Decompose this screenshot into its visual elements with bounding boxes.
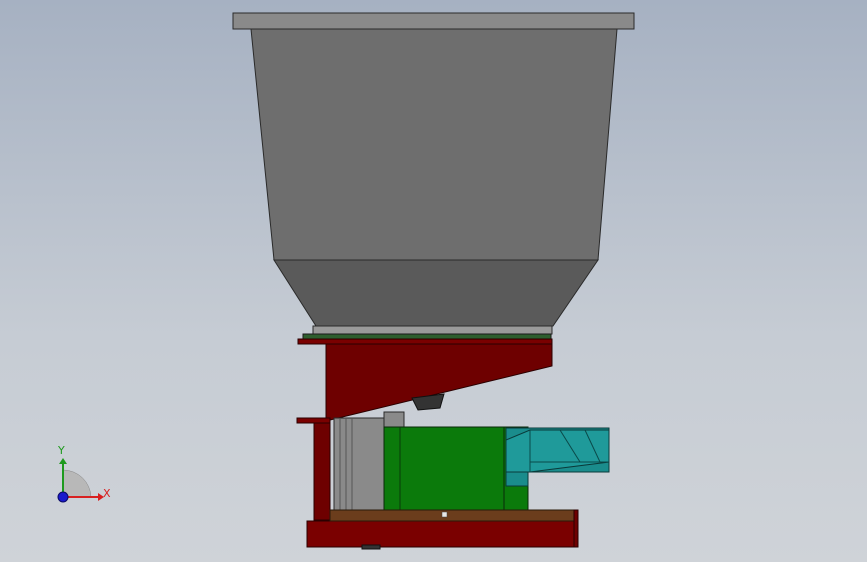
3d-viewport[interactable]: Y X	[0, 0, 867, 562]
model-canvas[interactable]	[0, 0, 867, 562]
base-plate[interactable]	[329, 509, 577, 522]
hopper-upper-body	[250, 28, 618, 261]
frame-base	[306, 520, 576, 548]
frame-sloped-bracket	[325, 343, 553, 421]
triad-x-label: X	[103, 487, 111, 500]
triad-y-label: Y	[58, 444, 65, 457]
base-plate-marker	[441, 511, 448, 518]
frame-left-arm	[296, 417, 331, 424]
frame-foot	[361, 544, 381, 550]
hopper-outlet-plate	[302, 333, 552, 340]
hopper[interactable]	[232, 12, 635, 340]
triad-rotation-arc-icon	[62, 469, 92, 498]
hopper-outlet-flange	[312, 325, 553, 335]
frame-top-plate	[297, 338, 553, 345]
feed-chute[interactable]	[505, 427, 610, 487]
frame-vertical-post	[313, 419, 331, 521]
hopper-lower-taper	[273, 259, 599, 327]
frame-right-lip	[573, 509, 579, 548]
coordinate-triad	[57, 458, 104, 503]
hopper-rim	[232, 12, 635, 30]
